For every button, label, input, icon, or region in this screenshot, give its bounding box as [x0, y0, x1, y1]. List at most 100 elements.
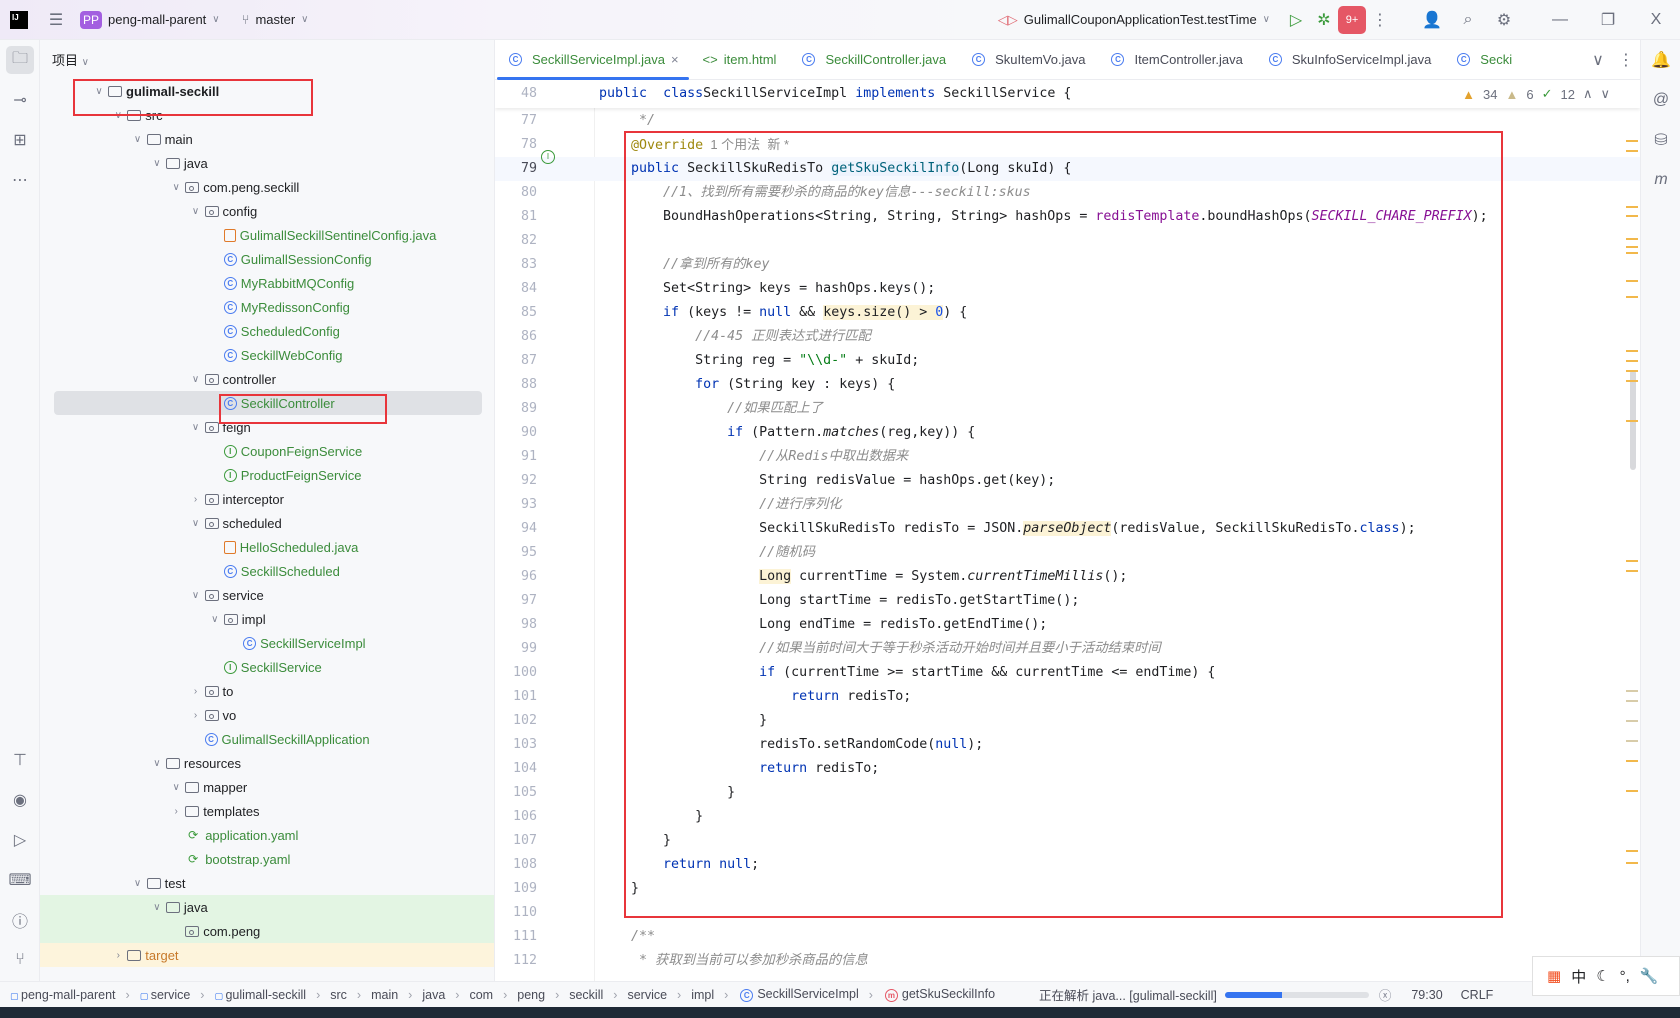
chevron-right-icon[interactable]: ›	[189, 494, 203, 505]
run-icon[interactable]: ▷	[1282, 6, 1310, 34]
tree-item[interactable]: ∨ com.peng.seckill	[40, 175, 494, 199]
chevron-down-icon[interactable]: ∨	[189, 590, 203, 601]
tree-item[interactable]: ∨ mapper	[40, 775, 494, 799]
chevron-down-icon[interactable]: ∨	[169, 782, 183, 793]
services-icon[interactable]: ◉	[6, 786, 34, 814]
git-icon[interactable]: ⑂	[6, 946, 34, 974]
tab-skuitemvo-java[interactable]: C SkuItemVo.java	[958, 40, 1097, 80]
tree-item[interactable]: ∨ java	[40, 151, 494, 175]
background-task[interactable]: 正在解析 java... [gulimall-seckill]	[1039, 985, 1217, 1004]
error-stripe-mark[interactable]	[1626, 700, 1638, 702]
commit-icon[interactable]: ⊸	[6, 86, 34, 114]
breadcrumb-item[interactable]: src	[330, 988, 347, 1002]
inspection-widget[interactable]: ▲ 34 ▲ 6 ✓ 12 ∧ ∨	[1462, 80, 1610, 108]
tree-item[interactable]: ∨ service	[40, 583, 494, 607]
tree-item[interactable]: I ProductFeignService	[40, 463, 494, 487]
project-folder-icon[interactable]: 🗀	[6, 46, 34, 74]
breadcrumb-item[interactable]: main	[371, 988, 398, 1002]
breadcrumb-item[interactable]: m getSkuSeckilInfo	[883, 987, 995, 1002]
tab-seckillserviceimpl-java[interactable]: C SeckillServiceImpl.java ×	[495, 40, 691, 80]
tree-item[interactable]: ∨ java	[40, 895, 494, 919]
breadcrumb-item[interactable]: impl	[691, 988, 714, 1002]
main-menu-icon[interactable]: ☰	[42, 6, 70, 34]
tree-item[interactable]: ∨ impl	[40, 607, 494, 631]
branch-selector[interactable]: ⑂ master ∨	[242, 12, 309, 27]
tree-item[interactable]: › interceptor	[40, 487, 494, 511]
tree-item[interactable]: C MyRabbitMQConfig	[40, 271, 494, 295]
tree-item[interactable]: ∨ scheduled	[40, 511, 494, 535]
error-stripe-mark[interactable]	[1626, 360, 1638, 362]
database-icon[interactable]: ⛁	[1647, 126, 1675, 154]
breadcrumb-item[interactable]: C SeckillServiceImpl	[738, 987, 859, 1002]
tree-item[interactable]: ⟳ bootstrap.yaml	[40, 847, 494, 871]
chevron-down-icon[interactable]: ∨	[189, 422, 203, 433]
tree-item[interactable]: C SeckillScheduled	[40, 559, 494, 583]
caret-position[interactable]: 79:30	[1411, 988, 1442, 1002]
project-selector[interactable]: PP peng-mall-parent ∨	[80, 10, 220, 29]
tree-item[interactable]: C GulimallSeckillApplication	[40, 727, 494, 751]
tree-item[interactable]: GulimallSeckillSentinelConfig.java	[40, 223, 494, 247]
tab-secki[interactable]: C Secki	[1443, 40, 1524, 80]
error-stripe-mark[interactable]	[1626, 420, 1638, 422]
error-stripe-mark[interactable]	[1626, 280, 1638, 282]
chevron-down-icon[interactable]: ∨	[131, 134, 145, 145]
tree-item[interactable]: › to	[40, 679, 494, 703]
run-tool-icon[interactable]: ▷	[6, 826, 34, 854]
chevron-up-icon[interactable]: ∧	[1583, 86, 1593, 102]
run-config-selector[interactable]: ◁▷ GulimallCouponApplicationTest.testTim…	[998, 12, 1270, 28]
chevron-down-icon[interactable]: ∨	[189, 374, 203, 385]
chevron-right-icon[interactable]: ›	[169, 806, 183, 817]
debug-icon[interactable]: ✲	[1310, 6, 1338, 34]
chevron-down-icon[interactable]: ∨	[169, 182, 183, 193]
tab-itemcontroller-java[interactable]: C ItemController.java	[1097, 40, 1254, 80]
error-stripe-mark[interactable]	[1626, 150, 1638, 152]
chevron-down-icon[interactable]: ∨	[150, 902, 164, 913]
tree-item[interactable]: ∨ main	[40, 127, 494, 151]
cancel-task-icon[interactable]: ⓧ	[1379, 985, 1392, 1004]
tree-item[interactable]: C SeckillServiceImpl	[40, 631, 494, 655]
chevron-down-icon[interactable]: ∨	[150, 158, 164, 169]
breadcrumb-item[interactable]: ▢ service	[140, 988, 191, 1002]
tab-seckillcontroller-java[interactable]: C SeckillController.java	[788, 40, 958, 80]
profiler-button[interactable]: 9+	[1338, 5, 1366, 34]
error-stripe-mark[interactable]	[1626, 140, 1638, 142]
tree-item[interactable]: com.peng	[40, 919, 494, 943]
error-stripe-mark[interactable]	[1626, 850, 1638, 852]
error-stripe-mark[interactable]	[1626, 296, 1638, 298]
error-stripe-mark[interactable]	[1626, 560, 1638, 562]
tree-item[interactable]: C GulimallSessionConfig	[40, 247, 494, 271]
chevron-down-icon[interactable]: ∨	[189, 206, 203, 217]
chevron-down-icon[interactable]: ∨	[150, 758, 164, 769]
chevron-down-icon[interactable]: ∨	[131, 878, 145, 889]
restore-icon[interactable]: ❐	[1594, 6, 1622, 34]
tree-item[interactable]: I CouponFeignService	[40, 439, 494, 463]
close-tab-icon[interactable]: ×	[671, 52, 679, 67]
close-icon[interactable]: X	[1642, 6, 1670, 34]
error-stripe-mark[interactable]	[1626, 790, 1638, 792]
error-stripe-mark[interactable]	[1626, 740, 1638, 742]
tree-item[interactable]: › target	[40, 943, 494, 967]
tree-item[interactable]: C SeckillWebConfig	[40, 343, 494, 367]
app-logo[interactable]: IJ	[10, 10, 28, 29]
tree-item[interactable]: ∨ controller	[40, 367, 494, 391]
impl-gutter-icon[interactable]: I	[541, 150, 555, 164]
error-stripe-mark[interactable]	[1626, 570, 1638, 572]
minimize-icon[interactable]: —	[1546, 6, 1574, 34]
error-stripe-mark[interactable]	[1626, 238, 1638, 240]
error-stripe-mark[interactable]	[1626, 206, 1638, 208]
error-stripe-mark[interactable]	[1626, 252, 1638, 254]
breadcrumb-item[interactable]: peng	[517, 988, 545, 1002]
chevron-right-icon[interactable]: ›	[189, 710, 203, 721]
tree-item[interactable]: › vo	[40, 703, 494, 727]
breadcrumb-item[interactable]: com	[469, 988, 493, 1002]
build-icon[interactable]: ⊤	[6, 746, 34, 774]
more-icon[interactable]: ⋮	[1366, 6, 1394, 34]
breadcrumb-item[interactable]: seckill	[569, 988, 603, 1002]
error-stripe-mark[interactable]	[1626, 370, 1638, 372]
tree-item[interactable]: ∨ resources	[40, 751, 494, 775]
ime-punct[interactable]: °,	[1620, 968, 1630, 985]
tree-item[interactable]: HelloScheduled.java	[40, 535, 494, 559]
tree-item[interactable]: ∨ config	[40, 199, 494, 223]
tree-item[interactable]: C ScheduledConfig	[40, 319, 494, 343]
error-stripe-mark[interactable]	[1626, 215, 1638, 217]
